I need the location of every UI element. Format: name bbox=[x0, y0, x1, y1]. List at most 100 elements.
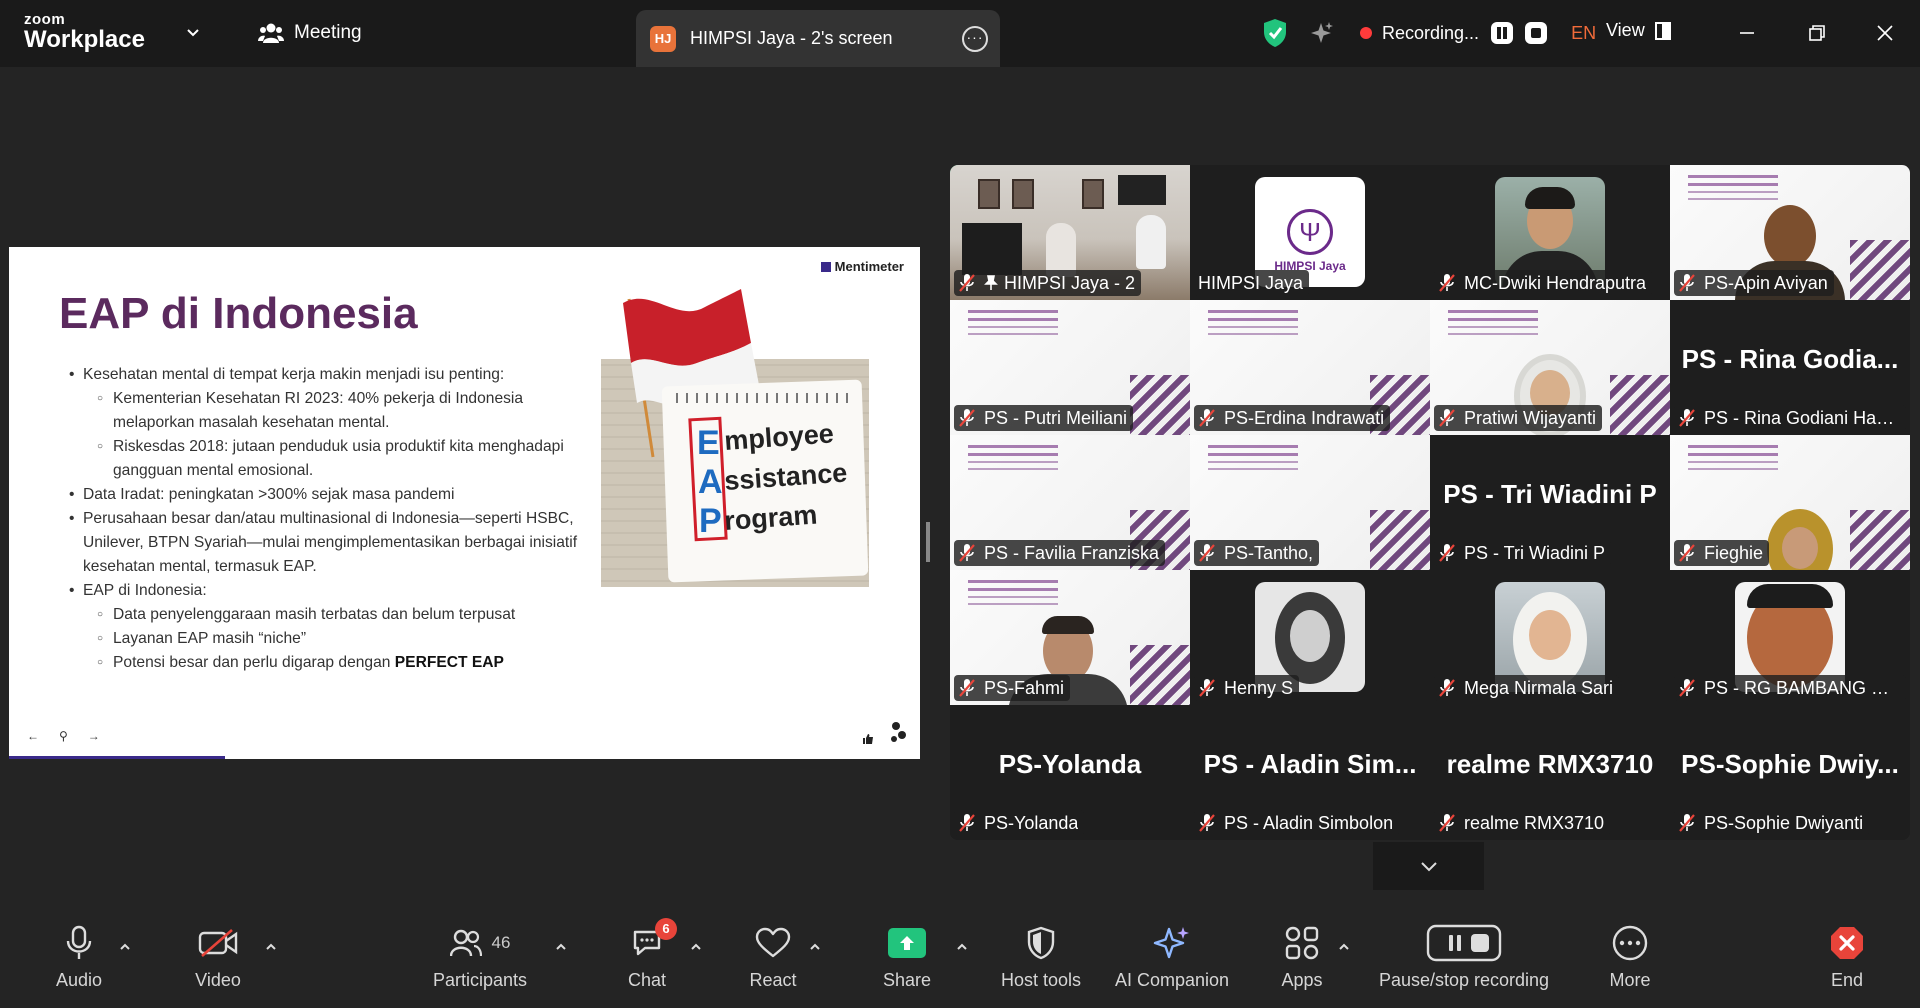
stop-recording-button[interactable] bbox=[1525, 22, 1548, 44]
participant-name: Mega Nirmala Sari bbox=[1464, 677, 1614, 698]
participant-name-label: Fieghie bbox=[1674, 540, 1770, 566]
participant-name: PS-Tantho, bbox=[1224, 542, 1314, 563]
react-label: React bbox=[749, 970, 797, 990]
wall-frame bbox=[978, 179, 1000, 209]
video-tile[interactable]: Pratiwi Wijayanti bbox=[1430, 300, 1670, 435]
brand-big-text: Workplace bbox=[24, 26, 145, 53]
sub-bullet-item: Data penyelenggaraan masih terbatas dan … bbox=[71, 603, 591, 627]
next-arrow-icon[interactable]: → bbox=[88, 729, 100, 743]
close-icon[interactable] bbox=[1870, 18, 1900, 48]
audio-button[interactable]: Audio bbox=[44, 918, 114, 1008]
split-view-handle[interactable] bbox=[926, 522, 930, 562]
ai-sparkle-icon[interactable] bbox=[1310, 21, 1334, 45]
apps-label: Apps bbox=[1281, 970, 1323, 990]
participant-name-label: PS - Favilia Franziska bbox=[954, 540, 1166, 566]
mentimeter-mark-icon bbox=[820, 261, 831, 272]
prev-arrow-icon[interactable]: ← bbox=[27, 729, 39, 743]
video-tile[interactable]: realme RMX3710 realme RMX3710 bbox=[1430, 705, 1670, 840]
video-tile[interactable]: PS-Erdina Indrawati bbox=[1190, 300, 1430, 435]
restore-icon[interactable] bbox=[1802, 18, 1832, 48]
pause-recording-button[interactable] bbox=[1491, 22, 1514, 44]
participants-options-caret-icon[interactable] bbox=[554, 940, 568, 954]
video-tile[interactable]: PS-Tantho, bbox=[1190, 435, 1430, 570]
tv bbox=[1118, 175, 1166, 205]
video-tile[interactable]: HIMPSI Jaya - 2 bbox=[950, 165, 1190, 300]
video-tile[interactable]: PS - Putri Meiliani bbox=[950, 300, 1190, 435]
video-tile[interactable]: Ψ HIMPSI Jaya HIMPSI Jaya bbox=[1190, 165, 1430, 300]
apps-button[interactable]: Apps bbox=[1280, 918, 1324, 1008]
mic-muted-icon bbox=[959, 814, 975, 832]
video-options-caret-icon[interactable] bbox=[264, 940, 278, 954]
video-tile[interactable]: PS - Rina Godia... PS - Rina Godiani Hak… bbox=[1670, 300, 1910, 435]
participant-name-label: Mega Nirmala Sari bbox=[1434, 675, 1620, 701]
thumbs-up-icon[interactable] bbox=[862, 733, 874, 745]
react-options-caret-icon[interactable] bbox=[808, 940, 822, 954]
apps-options-caret-icon[interactable] bbox=[1337, 940, 1351, 954]
video-tile[interactable]: PS-Fahmi bbox=[950, 570, 1190, 705]
ai-companion-sparkle-icon bbox=[1153, 927, 1189, 959]
participant-name-label: PS - Rina Godiani Haki... bbox=[1674, 405, 1906, 431]
end-call-icon bbox=[1831, 927, 1863, 959]
video-tile[interactable]: PS - Tri Wiadini P PS - Tri Wiadini P bbox=[1430, 435, 1670, 570]
face bbox=[1529, 610, 1571, 660]
video-button[interactable]: Video bbox=[186, 918, 250, 1008]
participants-icon bbox=[449, 929, 482, 957]
more-button[interactable]: More bbox=[1604, 918, 1656, 1008]
language-indicator[interactable]: EN bbox=[1571, 23, 1596, 44]
chat-button[interactable]: 6 Chat bbox=[626, 918, 677, 1008]
participant-name: MC-Dwiki Hendraputra bbox=[1464, 272, 1647, 293]
end-meeting-button[interactable]: End bbox=[1826, 918, 1868, 1008]
participant-name: PS - Putri Meiliani bbox=[984, 407, 1128, 428]
react-button[interactable]: React bbox=[748, 918, 798, 1008]
end-label: End bbox=[1830, 970, 1864, 990]
more-options-icon[interactable]: ··· bbox=[962, 26, 988, 52]
chevron-down-icon[interactable] bbox=[184, 24, 202, 42]
share-button[interactable]: Share bbox=[882, 918, 932, 1008]
audio-options-caret-icon[interactable] bbox=[118, 940, 132, 954]
video-tile[interactable]: Fieghie bbox=[1670, 435, 1910, 570]
video-tile[interactable]: PS-Yolanda PS-Yolanda bbox=[950, 705, 1190, 840]
recording-dot-icon bbox=[1360, 27, 1372, 39]
video-tile[interactable]: Henny S bbox=[1190, 570, 1430, 705]
video-tile[interactable]: MC-Dwiki Hendraputra bbox=[1430, 165, 1670, 300]
mic-muted-icon bbox=[1199, 679, 1215, 697]
chat-options-caret-icon[interactable] bbox=[689, 940, 703, 954]
participant-name: HIMPSI Jaya bbox=[1198, 272, 1304, 293]
video-tile[interactable]: PS-Apin Aviyan bbox=[1670, 165, 1910, 300]
location-pin-icon[interactable]: ⚲ bbox=[59, 729, 68, 743]
mic-muted-icon bbox=[959, 544, 975, 562]
participant-name: PS-Sophie Dwiyanti bbox=[1704, 812, 1864, 833]
host-tools-button[interactable]: Host tools bbox=[998, 918, 1084, 1008]
meeting-tab[interactable]: Meeting bbox=[258, 22, 362, 44]
participant-display-name: PS - Rina Godia... bbox=[1681, 344, 1899, 374]
video-tile[interactable]: PS - Favilia Franziska bbox=[950, 435, 1190, 570]
video-tile[interactable]: PS-Sophie Dwiy... PS-Sophie Dwiyanti bbox=[1670, 705, 1910, 840]
participant-name-label: PS-Fahmi bbox=[954, 675, 1071, 701]
video-tile[interactable]: PS - Aladin Sim... PS - Aladin Simbolon bbox=[1190, 705, 1430, 840]
video-tile[interactable]: Mega Nirmala Sari bbox=[1430, 570, 1670, 705]
video-tile[interactable]: PS - RG BAMBANG HA... bbox=[1670, 570, 1910, 705]
hair bbox=[1525, 187, 1575, 209]
pause-stop-recording-button[interactable]: Pause/stop recording bbox=[1374, 918, 1554, 1008]
avatar: HJ bbox=[650, 25, 676, 52]
eap-illustration: E A P mployee ssistance rogram bbox=[601, 289, 869, 587]
mentimeter-brand-text: Mentimeter bbox=[834, 259, 904, 274]
participant-name-label: PS - Putri Meiliani bbox=[954, 405, 1134, 431]
encryption-shield-icon[interactable] bbox=[1262, 18, 1288, 48]
ai-companion-button[interactable]: AI Companion bbox=[1112, 918, 1232, 1008]
screen-share-tab[interactable]: HJ HIMPSI Jaya - 2's screen ··· bbox=[636, 10, 1000, 67]
heart-icon bbox=[755, 927, 791, 958]
participant-name-label: PS-Yolanda bbox=[954, 810, 1085, 836]
gallery-next-page-button[interactable] bbox=[1373, 842, 1484, 890]
app-logo[interactable]: zoom Workplace bbox=[24, 12, 145, 52]
minimize-icon[interactable] bbox=[1732, 18, 1762, 48]
participant-name-label: PS-Tantho, bbox=[1194, 540, 1320, 566]
participant-name: realme RMX3710 bbox=[1464, 812, 1605, 833]
perfect-eap-text: PERFECT EAP bbox=[394, 654, 504, 671]
view-button[interactable]: View bbox=[1606, 20, 1671, 41]
share-options-caret-icon[interactable] bbox=[955, 940, 969, 954]
mic-muted-icon bbox=[959, 274, 975, 292]
participants-button[interactable]: 46 Participants bbox=[430, 918, 530, 1008]
reactions-icon[interactable] bbox=[888, 721, 908, 745]
participant-name: PS - Favilia Franziska bbox=[984, 542, 1160, 563]
